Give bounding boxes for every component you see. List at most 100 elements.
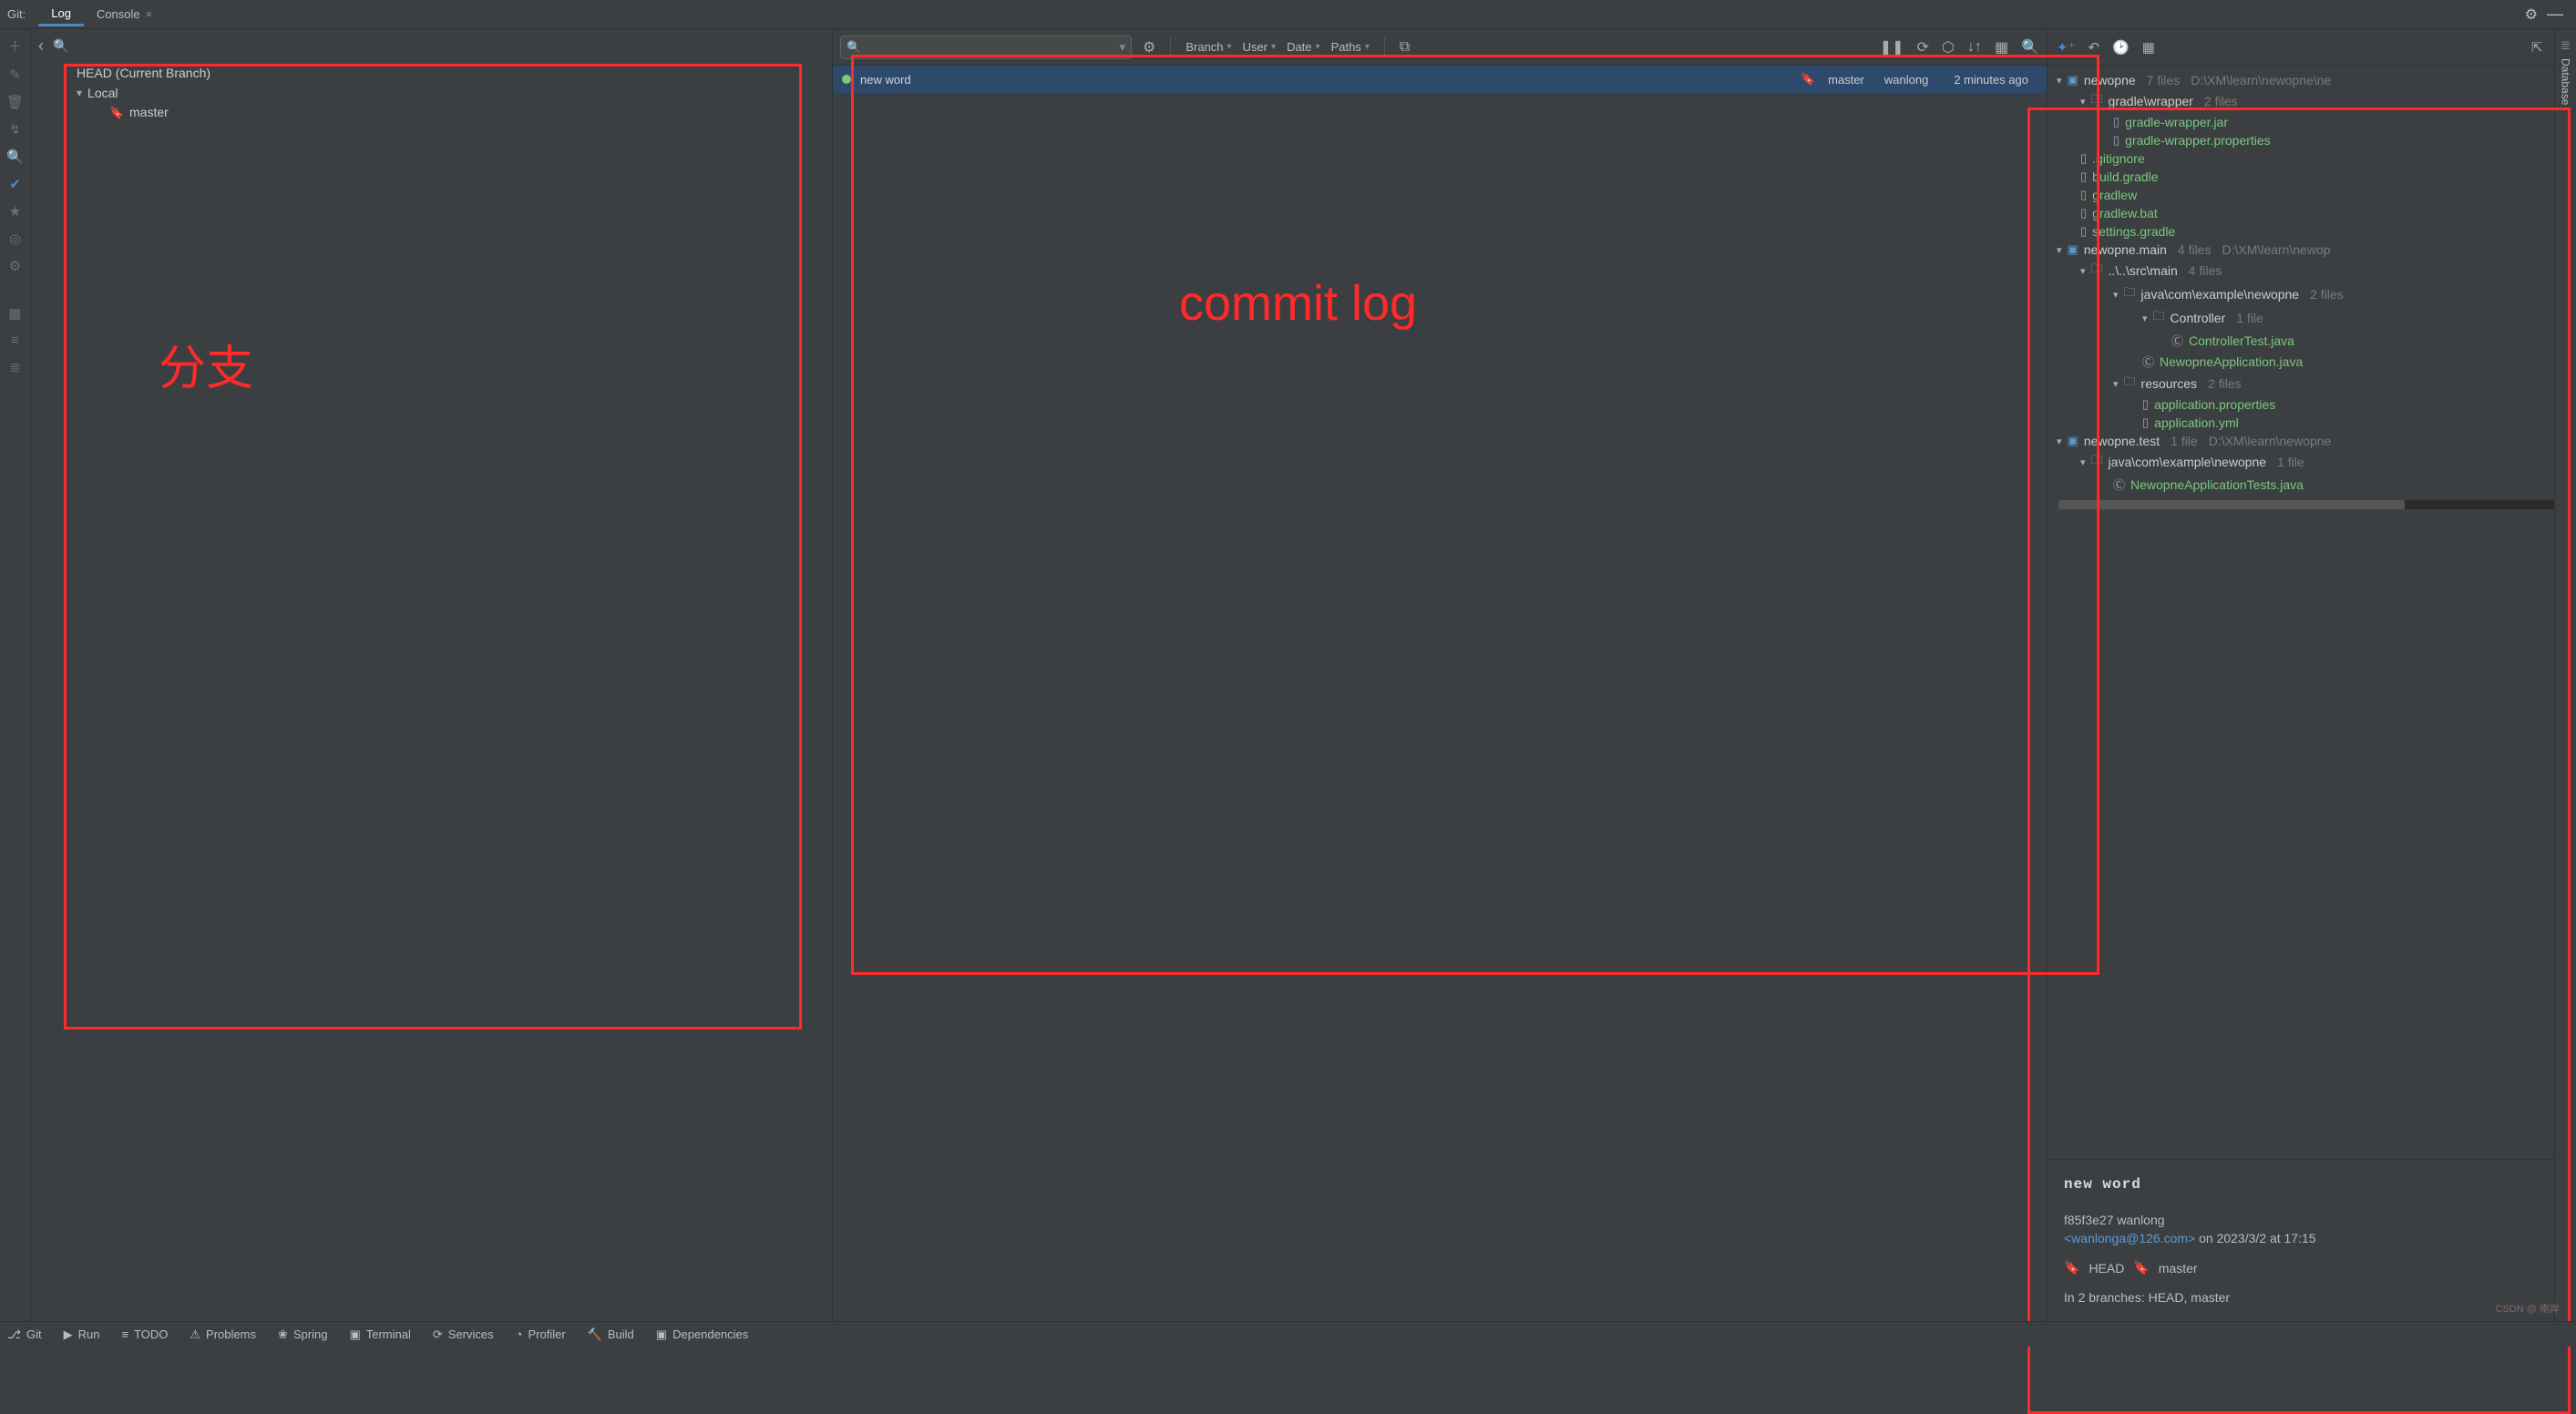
diff-icon[interactable]: ↯ [9, 121, 21, 138]
gear-icon[interactable]: ⚙ [2525, 5, 2538, 24]
tree-file[interactable]: ▯gradlew [2051, 186, 2572, 204]
folder-icon: 🗀 [2091, 91, 2103, 111]
folder-icon: 🗀 [2091, 452, 2103, 472]
delete-icon[interactable]: 🗑 [6, 94, 24, 110]
chevron-down-icon: ▾ [2080, 96, 2086, 108]
tree-folder[interactable]: ▾ 🗀 resources 2 files [2051, 372, 2572, 395]
sort-icon[interactable]: ↓↑ [1967, 39, 1982, 56]
status-todo[interactable]: ≡TODO [121, 1327, 168, 1341]
commit-date-prefix: on [2199, 1231, 2213, 1245]
group-icon[interactable]: ▦ [2142, 39, 2155, 56]
collapse-icon[interactable]: ≣ [9, 359, 21, 375]
database-icon[interactable]: ≣ [2561, 38, 2571, 53]
chevron-down-icon[interactable]: ▾ [1119, 40, 1125, 55]
head-branch-label[interactable]: HEAD (Current Branch) [77, 63, 825, 83]
search-icon[interactable]: 🔍 [53, 38, 68, 54]
refresh-icon[interactable]: ⟳ [1917, 38, 1929, 56]
bookmark-icon: 🔖 [2064, 1260, 2079, 1276]
tree-folder[interactable]: ▾ 🗀 gradle\wrapper 2 files [2051, 89, 2572, 113]
group-icon[interactable]: ▦ [8, 305, 21, 322]
status-git[interactable]: ⎇Git [7, 1327, 42, 1342]
find-icon[interactable]: 🔍 [2021, 38, 2039, 56]
intellisort-icon[interactable]: ▦ [1995, 38, 2008, 56]
box-icon: ▣ [656, 1327, 667, 1342]
tab-console[interactable]: Console × [84, 4, 165, 25]
checkout-icon[interactable]: ✔ [9, 176, 21, 192]
chevron-down-icon: ▾ [2057, 435, 2062, 447]
tree-folder[interactable]: ▾ 🗀 ..\..\src\main 4 files [2051, 259, 2572, 282]
tree-file[interactable]: ▯.gitignore [2051, 149, 2572, 168]
gear-icon[interactable]: ⚙ [1143, 38, 1155, 56]
branch-name: master [129, 105, 169, 119]
commit-email[interactable]: <wanlonga@126.com> [2064, 1231, 2195, 1245]
tree-file[interactable]: ⒸNewopneApplication.java [2051, 351, 2572, 372]
module-icon: ▣ [2068, 242, 2078, 257]
tree-folder[interactable]: ▾ 🗀 java\com\example\newopne 2 files [2051, 282, 2572, 306]
cherry-pick-icon[interactable]: ⬡ [1942, 38, 1955, 56]
settings-icon[interactable]: ⚙ [9, 258, 21, 274]
filter-branch[interactable]: Branch▾ [1185, 40, 1231, 54]
tree-module[interactable]: ▾ ▣ newopne.test 1 file D:\XM\learn\newo… [2051, 432, 2572, 450]
commit-hash: f85f3e27 [2064, 1213, 2114, 1227]
filter-paths[interactable]: Paths▾ [1331, 40, 1370, 54]
undo-icon[interactable]: ↶ [2089, 39, 2100, 56]
warning-icon: ⚠ [190, 1327, 200, 1342]
status-spring[interactable]: ❀Spring [278, 1327, 327, 1342]
tree-file[interactable]: ▯gradle-wrapper.properties [2051, 131, 2572, 149]
commits-search[interactable]: 🔍 ▾ [840, 36, 1132, 59]
search-icon[interactable]: 🔍 [6, 149, 24, 165]
commits-toolbar: 🔍 ▾ ⚙ Branch▾ User▾ Date▾ Paths▾ ⧉ ❚❚ [833, 29, 2047, 66]
tab-log[interactable]: Log [38, 3, 84, 26]
back-icon[interactable]: ‹ [38, 36, 44, 56]
tree-file[interactable]: ▯application.properties [2051, 395, 2572, 414]
plus-icon[interactable]: ＋ [8, 36, 22, 56]
status-services[interactable]: ⟳Services [433, 1327, 494, 1342]
tree-file[interactable]: ▯gradlew.bat [2051, 204, 2572, 222]
tree-folder[interactable]: ▾ 🗀 Controller 1 file [2051, 306, 2572, 330]
status-profiler[interactable]: ◔Profiler [516, 1327, 566, 1341]
filter-date[interactable]: Date▾ [1287, 40, 1320, 54]
right-toolbar: ✦⁺ ↶ 🕑 ▦ ⇱ ⇲ [2047, 29, 2576, 66]
status-terminal[interactable]: ▣Terminal [349, 1327, 410, 1342]
target-icon[interactable]: ◎ [9, 231, 21, 247]
tree-file[interactable]: ⒸNewopneApplicationTests.java [2051, 474, 2572, 495]
class-icon: Ⓒ [2171, 332, 2183, 349]
right-stripe: ≣ Database [2554, 29, 2576, 1321]
expand-all-icon[interactable]: ⇱ [2531, 39, 2543, 56]
tree-module[interactable]: ▾ ▣ newopne 7 files D:\XM\learn\newopne\… [2051, 71, 2572, 89]
spring-icon: ❀ [278, 1327, 288, 1342]
expand-icon[interactable]: ≡ [11, 333, 19, 348]
magic-wand-icon[interactable]: ✦⁺ [2057, 39, 2076, 56]
status-run[interactable]: ▶Run [64, 1327, 100, 1342]
play-icon: ▶ [64, 1327, 73, 1342]
folder-icon: 🗀 [2091, 261, 2103, 281]
search-input[interactable] [865, 40, 1115, 54]
status-build[interactable]: 🔨Build [588, 1327, 634, 1342]
tree-folder[interactable]: ▾ 🗀 java\com\example\newopne 1 file [2051, 450, 2572, 474]
open-new-tab-icon[interactable]: ⧉ [1400, 39, 1410, 56]
branch-master[interactable]: 🔖 master [77, 103, 825, 121]
pause-icon[interactable]: ❚❚ [1880, 38, 1904, 56]
tree-file[interactable]: ⒸControllerTest.java [2051, 330, 2572, 351]
local-branches-node[interactable]: ▾ Local [77, 83, 825, 103]
bookmark-icon: 🔖 [109, 106, 122, 118]
right-stripe-database[interactable]: Database [2560, 58, 2572, 105]
commit-row[interactable]: new word 🔖 master wanlong 2 minutes ago [833, 66, 2047, 93]
status-dependencies[interactable]: ▣Dependencies [656, 1327, 748, 1342]
horizontal-scrollbar[interactable] [2058, 500, 2565, 509]
edit-icon[interactable]: ✎ [9, 67, 21, 83]
tree-file[interactable]: ▯build.gradle [2051, 168, 2572, 186]
tree-file[interactable]: ▯application.yml [2051, 414, 2572, 432]
module-icon: ▣ [2068, 434, 2078, 448]
filter-user[interactable]: User▾ [1243, 40, 1276, 54]
status-problems[interactable]: ⚠Problems [190, 1327, 256, 1342]
minimize-icon[interactable]: — [2547, 5, 2563, 24]
right-panel: ✦⁺ ↶ 🕑 ▦ ⇱ ⇲ ▾ ▣ newopne 7 files D:\XM\l… [2047, 29, 2576, 1321]
tree-module[interactable]: ▾ ▣ newopne.main 4 files D:\XM\learn\new… [2051, 241, 2572, 259]
tree-file[interactable]: ▯settings.gradle [2051, 222, 2572, 241]
chevron-down-icon: ▾ [2113, 289, 2119, 301]
close-icon[interactable]: × [146, 7, 153, 21]
star-icon[interactable]: ★ [9, 203, 21, 220]
tree-file[interactable]: ▯gradle-wrapper.jar [2051, 113, 2572, 131]
history-icon[interactable]: 🕑 [2112, 39, 2130, 56]
